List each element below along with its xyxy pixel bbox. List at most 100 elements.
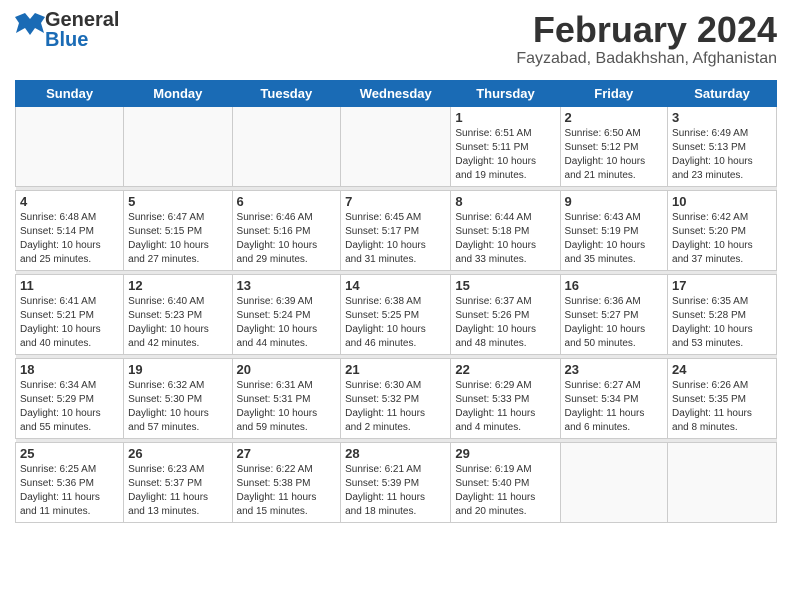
calendar-cell: 9Sunrise: 6:43 AMSunset: 5:19 PMDaylight…	[560, 190, 668, 270]
day-info: Sunrise: 6:29 AMSunset: 5:33 PMDaylight:…	[455, 379, 555, 435]
calendar-cell	[124, 106, 232, 186]
day-info: Sunrise: 6:21 AMSunset: 5:39 PMDaylight:…	[345, 463, 446, 519]
calendar-cell	[341, 106, 451, 186]
calendar-cell: 16 Sunrise: 6:36 AMSunset: 5:27 PMDayligh…	[560, 274, 668, 354]
day-detail: Sunrise: 6:27 AM	[565, 380, 641, 391]
day-detail: Sunrise: 6:48 AM	[20, 212, 96, 223]
day-number: 11	[20, 278, 119, 293]
day-number: 7	[345, 194, 446, 209]
day-number: 25	[20, 446, 119, 461]
day-detail: and 46 minutes.	[345, 338, 416, 349]
day-detail: Daylight: 10 hours	[237, 408, 318, 419]
day-detail: Daylight: 10 hours	[237, 324, 318, 335]
day-detail: and 25 minutes.	[20, 254, 91, 265]
day-detail: and 20 minutes.	[455, 506, 526, 517]
day-detail: and 15 minutes.	[237, 506, 308, 517]
day-detail: Sunset: 5:18 PM	[455, 226, 529, 237]
day-info: Sunrise: 6:47 AMSunset: 5:15 PMDaylight:…	[128, 211, 227, 267]
day-number: 3	[672, 110, 772, 125]
day-detail: Sunset: 5:35 PM	[672, 394, 746, 405]
day-number: 28	[345, 446, 446, 461]
calendar-cell: 29Sunrise: 6:19 AMSunset: 5:40 PMDayligh…	[451, 442, 560, 522]
day-detail: Sunrise: 6:45 AM	[345, 212, 421, 223]
day-info: Sunrise: 6:39 AM Sunset: 5:24 PM Daylight:…	[237, 295, 337, 351]
page-header: General Blue February 2024 Fayzabad, Bad…	[15, 10, 777, 72]
day-detail: Sunset: 5:27 PM	[565, 310, 639, 321]
calendar-cell: 3 Sunrise: 6:49 AMSunset: 5:13 PMDaylight…	[668, 106, 777, 186]
day-detail: Sunrise: 6:38 AM	[345, 296, 421, 307]
day-number: 27	[237, 446, 337, 461]
day-detail: Sunset: 5:24 PM	[237, 310, 311, 321]
day-info: Sunrise: 6:49 AMSunset: 5:13 PMDaylight:…	[672, 127, 772, 183]
day-detail: and 2 minutes.	[345, 422, 411, 433]
calendar-week-row: 11Sunrise: 6:41 AMSunset: 5:21 PMDayligh…	[16, 274, 777, 354]
day-detail: Sunrise: 6:43 AM	[565, 212, 641, 223]
day-detail: Sunset: 5:19 PM	[565, 226, 639, 237]
day-detail: Daylight: 10 hours	[20, 408, 101, 419]
day-detail: Sunset: 5:11 PM	[455, 142, 528, 153]
day-info: Sunrise: 6:50 AMSunset: 5:12 PMDaylight:…	[565, 127, 664, 183]
day-number: 4	[20, 194, 119, 209]
day-detail: Daylight: 10 hours	[20, 240, 101, 251]
day-detail: Daylight: 10 hours	[672, 156, 753, 167]
day-detail: Sunset: 5:32 PM	[345, 394, 419, 405]
day-detail: Sunrise: 6:30 AM	[345, 380, 421, 391]
day-detail: and 44 minutes.	[237, 338, 308, 349]
calendar-week-row: 1 Sunrise: 6:51 AMSunset: 5:11 PMDaylight…	[16, 106, 777, 186]
day-detail: Daylight: 10 hours	[565, 156, 646, 167]
calendar-cell: 22 Sunrise: 6:29 AMSunset: 5:33 PMDayligh…	[451, 358, 560, 438]
day-detail: Daylight: 10 hours	[455, 156, 536, 167]
day-number: 26	[128, 446, 227, 461]
logo-general: General	[45, 10, 119, 30]
weekday-header: Saturday	[668, 80, 777, 106]
day-detail: Daylight: 10 hours	[237, 240, 318, 251]
day-detail: Daylight: 10 hours	[345, 324, 426, 335]
day-detail: Daylight: 11 hours	[20, 492, 100, 503]
day-number: 1	[455, 110, 555, 125]
calendar-cell: 2Sunrise: 6:50 AMSunset: 5:12 PMDaylight…	[560, 106, 668, 186]
day-number: 12	[128, 278, 227, 293]
day-number: 16	[565, 278, 664, 293]
day-detail: and 55 minutes.	[20, 422, 91, 433]
day-info: Sunrise: 6:46 AMSunset: 5:16 PMDaylight:…	[237, 211, 337, 267]
day-detail: Sunrise: 6:40 AM	[128, 296, 204, 307]
calendar-cell: 7Sunrise: 6:45 AMSunset: 5:17 PMDaylight…	[341, 190, 451, 270]
day-detail: Sunrise: 6:31 AM	[237, 380, 313, 391]
day-detail: and 31 minutes.	[345, 254, 416, 265]
day-detail: Daylight: 10 hours	[20, 324, 101, 335]
day-number: 24	[672, 362, 772, 377]
day-info: Sunrise: 6:36 AMSunset: 5:27 PMDaylight:…	[565, 295, 664, 351]
day-detail: Daylight: 10 hours	[345, 240, 426, 251]
day-detail: Daylight: 11 hours	[128, 492, 208, 503]
day-info: Sunrise: 6:37 AMSunset: 5:26 PMDaylight:…	[455, 295, 555, 351]
calendar-cell	[560, 442, 668, 522]
day-detail: Sunrise: 6:25 AM	[20, 464, 96, 475]
day-detail: Daylight: 11 hours	[237, 492, 317, 503]
calendar-cell: 14Sunrise: 6:38 AMSunset: 5:25 PMDayligh…	[341, 274, 451, 354]
day-detail: Sunrise: 6:39 AM	[237, 296, 313, 307]
calendar-cell: 8Sunrise: 6:44 AMSunset: 5:18 PMDaylight…	[451, 190, 560, 270]
day-info: Sunrise: 6:48 AMSunset: 5:14 PMDaylight:…	[20, 211, 119, 267]
calendar-cell: 5 Sunrise: 6:47 AMSunset: 5:15 PMDaylight…	[124, 190, 232, 270]
day-detail: and 50 minutes.	[565, 338, 636, 349]
day-detail: Sunrise: 6:19 AM	[455, 464, 531, 475]
day-detail: and 19 minutes.	[455, 170, 526, 181]
title-section: February 2024 Fayzabad, Badakhshan, Afgh…	[516, 10, 777, 68]
day-number: 22	[455, 362, 555, 377]
calendar-cell: 12Sunrise: 6:40 AMSunset: 5:23 PMDayligh…	[124, 274, 232, 354]
day-info: Sunrise: 6:38 AMSunset: 5:25 PMDaylight:…	[345, 295, 446, 351]
calendar-cell: 20Sunrise: 6:31 AMSunset: 5:31 PMDayligh…	[232, 358, 341, 438]
day-detail: Daylight: 10 hours	[455, 240, 536, 251]
day-info: Sunrise: 6:51 AMSunset: 5:11 PMDaylight:…	[455, 127, 555, 183]
day-info: Sunrise: 6:19 AMSunset: 5:40 PMDaylight:…	[455, 463, 555, 519]
day-number: 23	[565, 362, 664, 377]
day-detail: Sunset: 5:36 PM	[20, 478, 94, 489]
day-info: Sunrise: 6:23 AMSunset: 5:37 PMDaylight:…	[128, 463, 227, 519]
day-detail: and 59 minutes.	[237, 422, 308, 433]
calendar-cell: 1 Sunrise: 6:51 AMSunset: 5:11 PMDaylight…	[451, 106, 560, 186]
day-detail: and 29 minutes.	[237, 254, 308, 265]
day-number: 21	[345, 362, 446, 377]
day-detail: Daylight: 10 hours	[128, 324, 209, 335]
day-number: 5	[128, 194, 227, 209]
calendar-cell: 23Sunrise: 6:27 AMSunset: 5:34 PMDayligh…	[560, 358, 668, 438]
